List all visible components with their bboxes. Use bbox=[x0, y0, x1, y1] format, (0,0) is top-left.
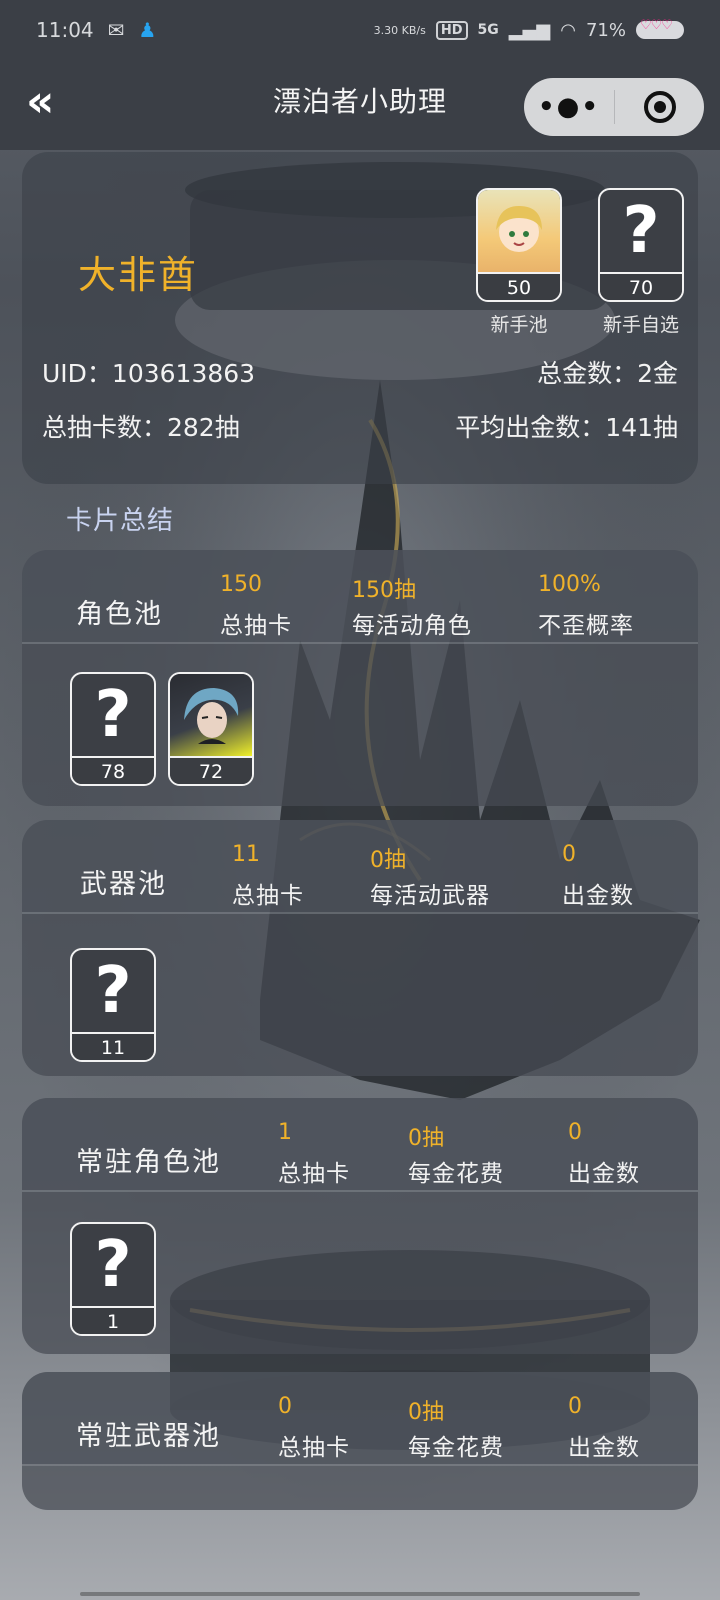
pull-item-card[interactable]: ? 1 bbox=[70, 1222, 156, 1336]
pool-stat-label: 每活动武器 bbox=[370, 883, 490, 909]
network-speed: 3.30 KB/s bbox=[373, 23, 426, 37]
miniprogram-capsule: •●• bbox=[524, 78, 704, 136]
uid-label: UID：103613863 bbox=[42, 359, 256, 388]
newbie-pool-count: 50 bbox=[478, 272, 560, 300]
pool-card-character: 角色池 150 总抽卡 150抽 每活动角色 100% 不歪概率 ? 78 72 bbox=[22, 550, 698, 806]
pool-stat-label: 出金数 bbox=[562, 883, 634, 909]
pool-stat-value: 0抽 bbox=[408, 1126, 444, 1151]
hd-badge: HD bbox=[435, 20, 468, 40]
pool-card-standard-weapon: 常驻武器池 0 总抽卡 0抽 每金花费 0 出金数 bbox=[22, 1372, 698, 1510]
question-mark-icon: ? bbox=[622, 194, 660, 268]
nav-bar: « 漂泊者小助理 •●• bbox=[0, 60, 720, 150]
pool-stat-label: 每活动角色 bbox=[352, 613, 472, 639]
section-title: 卡片总结 bbox=[66, 506, 175, 536]
pool-stat-value: 0 bbox=[568, 1394, 582, 1419]
pool-stat-label: 出金数 bbox=[568, 1161, 640, 1187]
question-mark-icon: ? bbox=[94, 1228, 132, 1302]
wechat-icon: ✉ bbox=[107, 18, 125, 42]
pool-name: 常驻角色池 bbox=[76, 1147, 221, 1178]
pool-stat-value: 100% bbox=[538, 572, 601, 597]
pool-stat-value: 0抽 bbox=[370, 848, 406, 873]
pool-stat-label: 总抽卡 bbox=[278, 1161, 350, 1187]
newbie-pool-caption: 新手池 bbox=[490, 314, 548, 336]
pull-item-count: 72 bbox=[170, 756, 252, 784]
signal-icon: ▂▄▆ bbox=[508, 19, 551, 41]
battery-icon bbox=[636, 18, 684, 39]
pool-card-standard-character: 常驻角色池 1 总抽卡 0抽 每金花费 0 出金数 ? 1 bbox=[22, 1098, 698, 1354]
wifi-icon: ◠ bbox=[560, 19, 576, 41]
network-type: 5G bbox=[477, 22, 499, 38]
status-time: 11:04 bbox=[36, 18, 94, 42]
newbie-select-caption: 新手自选 bbox=[602, 314, 679, 336]
divider bbox=[22, 1464, 698, 1466]
battery-level: 71% bbox=[585, 19, 626, 41]
newbie-select-avatar[interactable]: ? 70 bbox=[598, 188, 684, 302]
pool-name: 武器池 bbox=[80, 869, 167, 900]
user-name: 大非酋 bbox=[78, 253, 199, 297]
pull-item-card[interactable]: ? 78 bbox=[70, 672, 156, 786]
pool-stat-value: 0 bbox=[568, 1120, 582, 1145]
more-dots-icon[interactable]: •●• bbox=[524, 78, 614, 136]
pool-stat-value: 0 bbox=[278, 1394, 292, 1419]
character-portrait-icon bbox=[478, 190, 560, 272]
divider bbox=[22, 912, 698, 914]
pool-stat-label: 出金数 bbox=[568, 1435, 640, 1461]
pool-stat-value: 0抽 bbox=[408, 1400, 444, 1425]
pull-item-count: 11 bbox=[72, 1032, 154, 1060]
pool-stat-label: 每金花费 bbox=[408, 1435, 504, 1461]
pool-stat-value: 1 bbox=[278, 1120, 292, 1145]
home-indicator[interactable] bbox=[80, 1592, 640, 1596]
pool-stat-label: 总抽卡 bbox=[232, 883, 304, 909]
pool-stat-label: 每金花费 bbox=[408, 1161, 504, 1187]
pool-stat-label: 不歪概率 bbox=[538, 613, 634, 639]
total-gold-label: 总金数：2金 bbox=[537, 359, 678, 388]
status-bar: 11:04 ✉ ♟ 3.30 KB/s HD 5G ▂▄▆ ◠ 71% bbox=[0, 0, 720, 60]
pool-stat-value: 11 bbox=[232, 842, 260, 867]
question-mark-icon: ? bbox=[94, 678, 132, 752]
newbie-select-count: 70 bbox=[600, 272, 682, 300]
divider bbox=[22, 642, 698, 644]
character-portrait-icon bbox=[170, 674, 252, 756]
pool-stat-label: 总抽卡 bbox=[278, 1435, 350, 1461]
qq-icon: ♟ bbox=[138, 18, 157, 42]
close-miniprogram-button[interactable] bbox=[615, 91, 704, 123]
pull-item-card[interactable]: 72 bbox=[168, 672, 254, 786]
newbie-pool-avatar[interactable]: 50 bbox=[476, 188, 562, 302]
pool-stat-value: 0 bbox=[562, 842, 576, 867]
summary-card: 大非酋 50 新手池 ? 70 新手自选 UID：103613863 总金数：2… bbox=[22, 152, 698, 484]
pull-item-count: 78 bbox=[72, 756, 154, 784]
pool-stat-value: 150 bbox=[220, 572, 262, 597]
pull-item-count: 1 bbox=[72, 1306, 154, 1334]
question-mark-icon: ? bbox=[94, 954, 132, 1028]
avg-gold-label: 平均出金数：141抽 bbox=[455, 413, 678, 442]
pool-name: 角色池 bbox=[76, 599, 163, 630]
target-circle-icon bbox=[643, 91, 676, 123]
divider bbox=[22, 1190, 698, 1192]
total-pulls-label: 总抽卡数：282抽 bbox=[42, 413, 240, 442]
pool-card-weapon: 武器池 11 总抽卡 0抽 每活动武器 0 出金数 ? 11 bbox=[22, 820, 698, 1076]
pool-stat-label: 总抽卡 bbox=[220, 613, 292, 639]
pool-name: 常驻武器池 bbox=[76, 1421, 221, 1452]
pull-item-card[interactable]: ? 11 bbox=[70, 948, 156, 1062]
pool-stat-value: 150抽 bbox=[352, 578, 416, 603]
